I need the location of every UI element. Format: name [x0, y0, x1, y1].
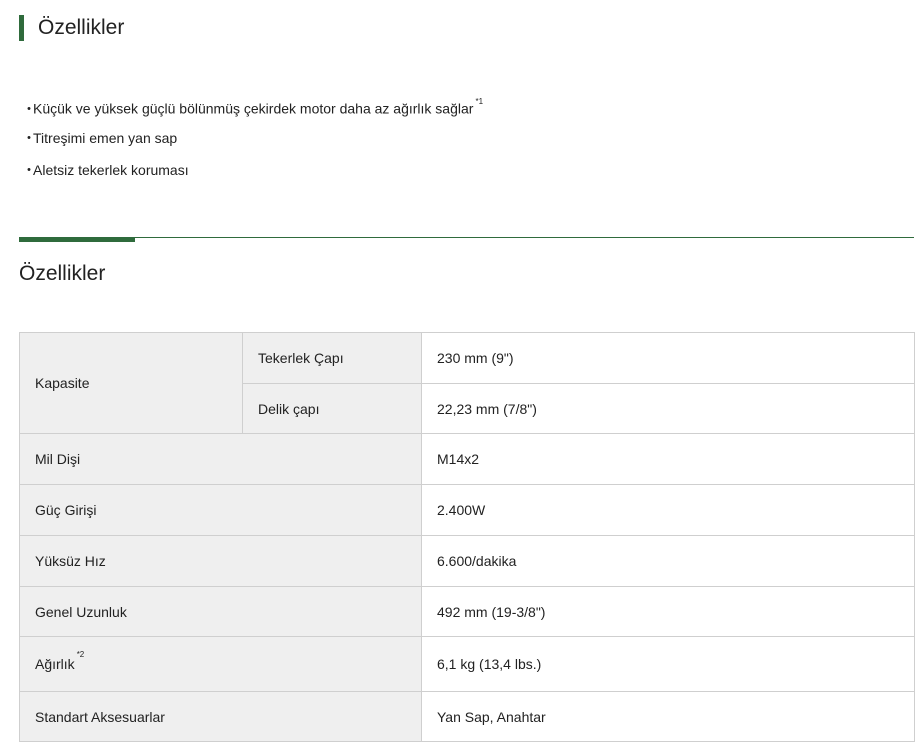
spec-value: 2.400W — [421, 484, 915, 536]
table-row: Genel Uzunluk 492 mm (19-3/8") — [19, 586, 915, 637]
spec-value: 492 mm (19-3/8") — [421, 586, 915, 637]
bullet: ・ — [22, 162, 36, 178]
spec-table: Kapasite Tekerlek Çapı 230 mm (9") Delik… — [19, 332, 915, 742]
table-row: Güç Girişi 2.400W — [19, 484, 915, 536]
footnote-marker: *2 — [76, 650, 85, 660]
feature-item: ・Küçük ve yüksek güçlü bölünmüş çekirdek… — [22, 90, 483, 122]
spec-label: Kapasite — [19, 332, 243, 434]
bullet: ・ — [22, 100, 36, 117]
spec-label: Yüksüz Hız — [19, 535, 422, 587]
spec-value: 6.600/dakika — [421, 535, 915, 587]
weight-label: Ağırlık — [35, 656, 75, 672]
spec-value: Yan Sap, Anahtar — [421, 691, 915, 742]
spec-label: Mil Dişi — [19, 433, 422, 485]
feature-item: ・Aletsiz tekerlek koruması — [22, 154, 483, 186]
feature-text: Küçük ve yüksek güçlü bölünmüş çekirdek … — [33, 100, 474, 117]
bullet: ・ — [22, 130, 36, 146]
section-divider-accent — [19, 237, 135, 242]
table-row: Yüksüz Hız 6.600/dakika — [19, 535, 915, 587]
spec-value: M14x2 — [421, 433, 915, 485]
spec-label: Ağırlık*2 — [19, 636, 422, 692]
feature-item: ・Titreşimi emen yan sap — [22, 122, 483, 154]
spec-label: Güç Girişi — [19, 484, 422, 536]
spec-sublabel: Delik çapı — [242, 383, 422, 434]
spec-label: Standart Aksesuarlar — [19, 691, 422, 742]
table-row: Standart Aksesuarlar Yan Sap, Anahtar — [19, 691, 915, 742]
table-row: Kapasite Tekerlek Çapı 230 mm (9") — [19, 332, 915, 434]
spec-sublabel: Tekerlek Çapı — [242, 332, 422, 384]
spec-value: 22,23 mm (7/8") — [421, 383, 915, 434]
table-row: Mil Dişi M14x2 — [19, 433, 915, 485]
spec-value: 230 mm (9") — [421, 332, 915, 384]
section-title: Özellikler — [19, 15, 124, 41]
spec-value: 6,1 kg (13,4 lbs.) — [421, 636, 915, 692]
spec-label: Genel Uzunluk — [19, 586, 422, 637]
footnote-marker: *1 — [475, 97, 484, 106]
feature-text: Aletsiz tekerlek koruması — [33, 162, 189, 178]
feature-list: ・Küçük ve yüksek güçlü bölünmüş çekirdek… — [22, 90, 483, 186]
table-row: Ağırlık*2 6,1 kg (13,4 lbs.) — [19, 636, 915, 692]
feature-text: Titreşimi emen yan sap — [33, 130, 178, 146]
spec-heading: Özellikler — [19, 262, 106, 285]
section-divider — [19, 237, 914, 238]
